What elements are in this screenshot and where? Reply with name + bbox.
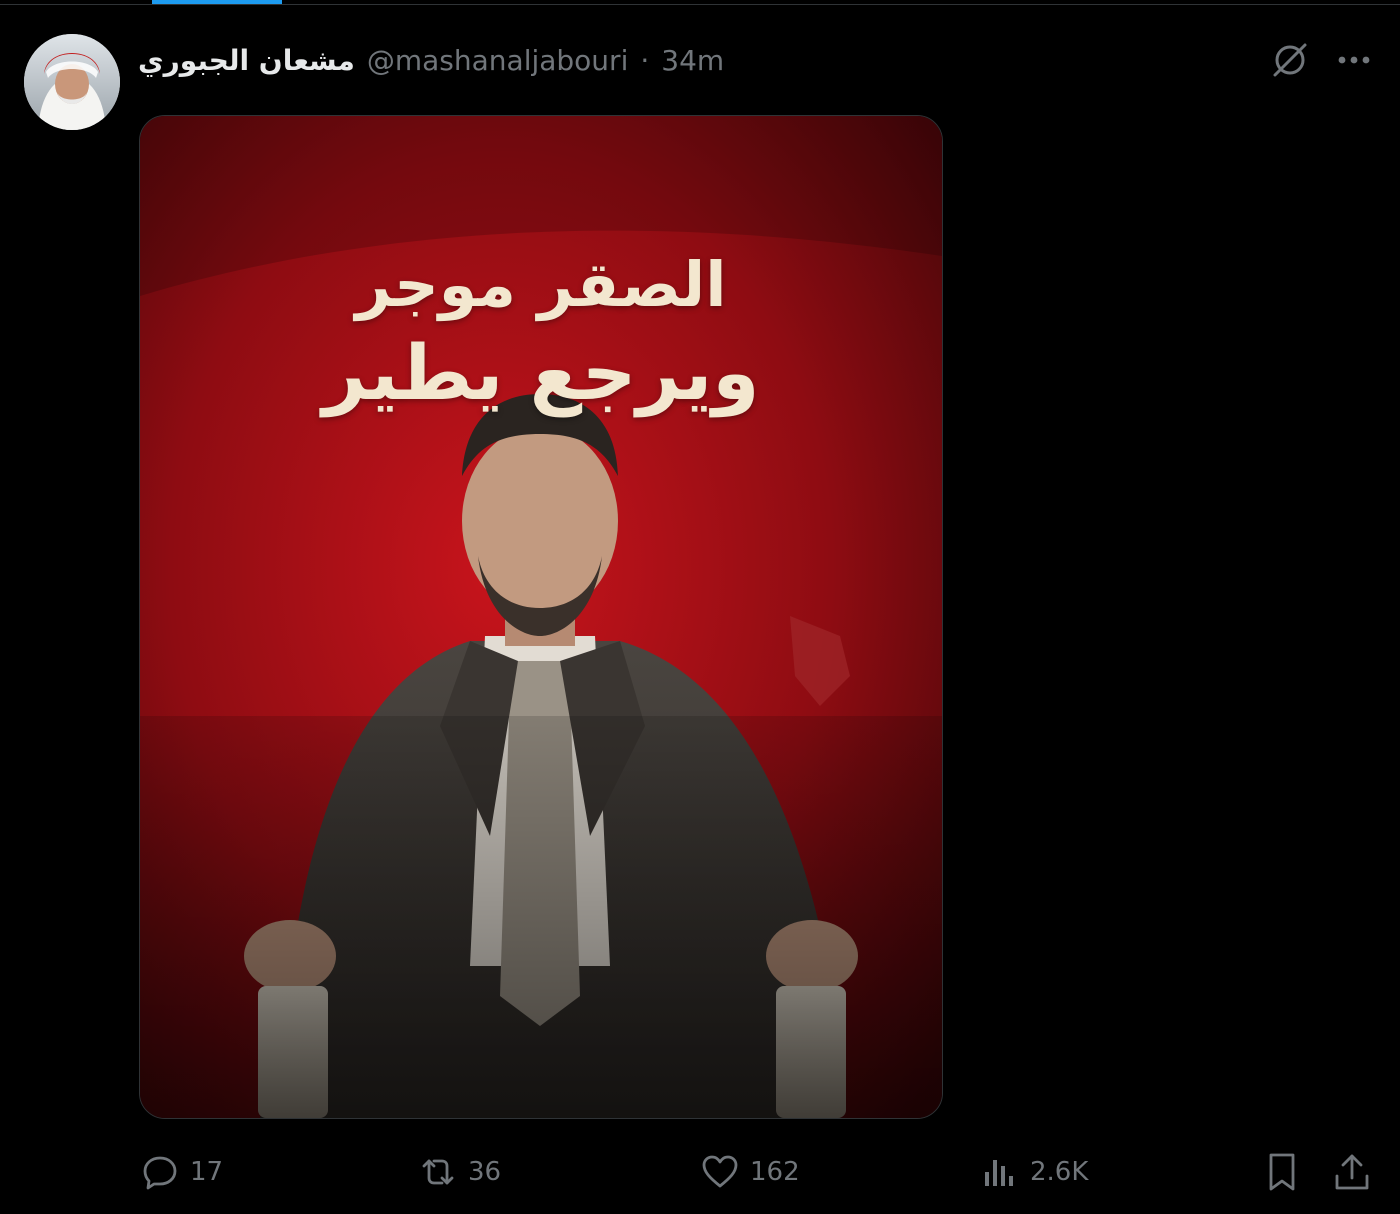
views-count: 2.6K: [1030, 1157, 1089, 1187]
poster-headline-1: الصقر موجر: [355, 248, 727, 321]
like-button[interactable]: 162: [700, 1140, 800, 1204]
bookmark-icon[interactable]: [1260, 1150, 1304, 1194]
like-count: 162: [750, 1157, 800, 1187]
active-tab-indicator: [152, 0, 282, 4]
poster-headline-2: ويرجع يطير: [322, 328, 760, 417]
top-tab-bar: [0, 0, 1400, 5]
views-button[interactable]: 2.6K: [980, 1140, 1088, 1204]
timestamp[interactable]: 34m: [661, 44, 724, 77]
reply-button[interactable]: 17: [140, 1140, 223, 1204]
display-name[interactable]: مشعان الجبوري: [138, 44, 355, 77]
reply-icon: [143, 1156, 177, 1190]
repost-count: 36: [468, 1157, 502, 1187]
reply-count: 17: [190, 1157, 224, 1187]
repost-icon: [422, 1159, 454, 1185]
repost-button[interactable]: 36: [418, 1140, 501, 1204]
like-icon: [702, 1155, 738, 1188]
share-icon[interactable]: [1330, 1150, 1374, 1194]
separator-dot: ·: [640, 43, 650, 77]
user-handle[interactable]: @mashanaljabouri: [367, 44, 629, 77]
grok-icon[interactable]: [1268, 38, 1312, 82]
tweet-media-image[interactable]: الصقر موجر ويرجع يطير: [139, 115, 943, 1119]
tweet-action-bar: 17 36 162 2.6K: [0, 1140, 1400, 1204]
more-icon[interactable]: [1332, 38, 1376, 82]
views-icon: [985, 1160, 1013, 1186]
avatar[interactable]: [24, 34, 120, 130]
tweet-header: مشعان الجبوري @mashanaljabouri · 34m: [138, 38, 724, 82]
